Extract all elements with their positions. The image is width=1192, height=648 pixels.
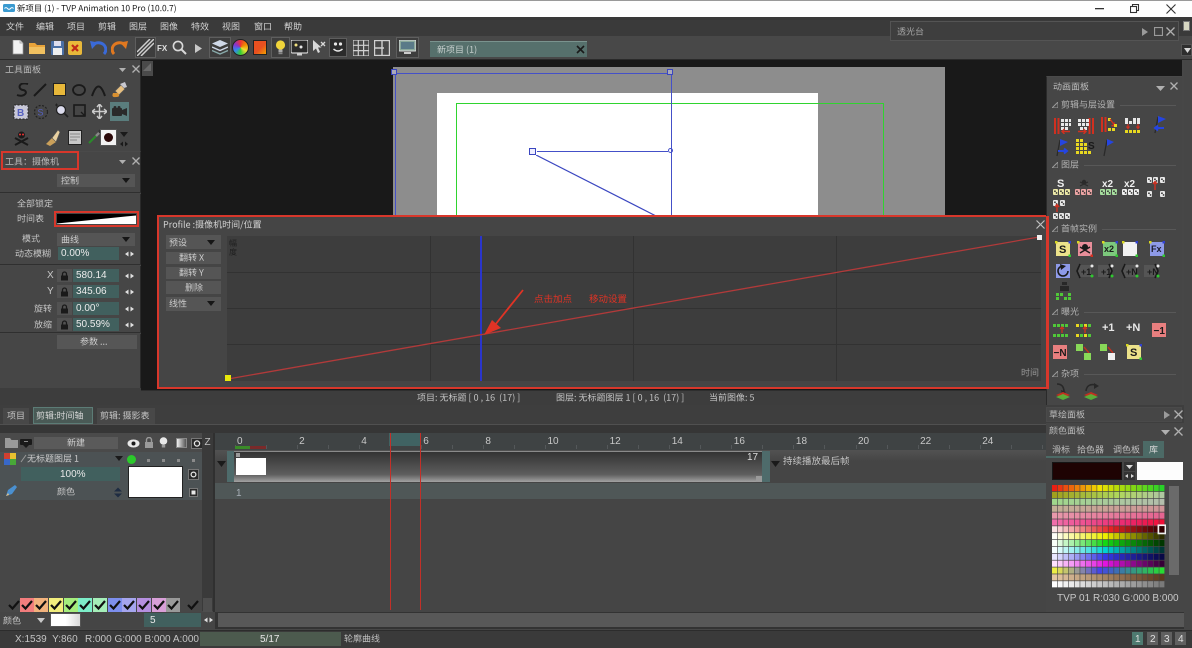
svg-text:S: S: [1057, 178, 1064, 190]
svg-text:x2: x2: [1124, 179, 1136, 190]
svg-text:S: S: [1088, 141, 1095, 152]
svg-text:S: S: [38, 108, 44, 118]
svg-text:S: S: [1130, 347, 1137, 359]
svg-text:x2: x2: [1102, 179, 1114, 190]
svg-text:S: S: [1059, 244, 1066, 256]
svg-text:−1: −1: [1154, 326, 1166, 337]
svg-text:+1: +1: [1101, 267, 1111, 277]
svg-text:−N: −N: [1054, 348, 1067, 359]
svg-text:B: B: [17, 108, 24, 119]
svg-text:Fx: Fx: [1151, 244, 1162, 254]
svg-text:+1: +1: [1081, 267, 1091, 277]
svg-text:x2: x2: [1104, 244, 1114, 254]
